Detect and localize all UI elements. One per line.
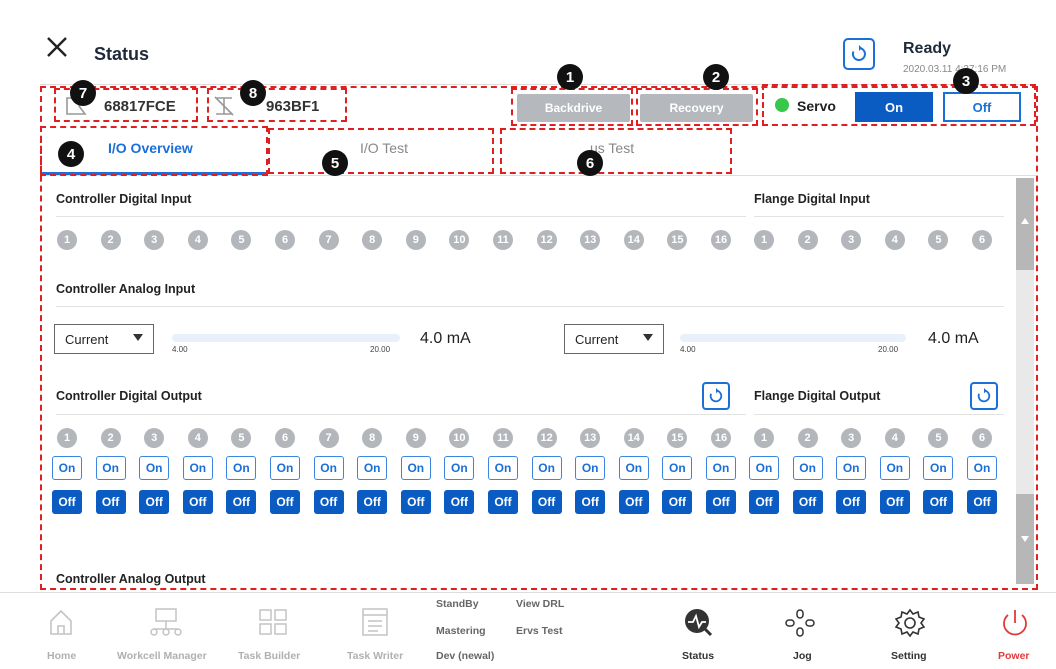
nav-status[interactable]: Status (682, 650, 714, 662)
nav-task-writer[interactable]: Task Writer (347, 650, 403, 662)
menu-item-mastering[interactable]: Mastering (436, 625, 486, 637)
close-icon[interactable] (44, 34, 70, 60)
task-writer-icon[interactable] (360, 607, 390, 637)
annotation-box (636, 88, 758, 126)
annotation-box (511, 88, 633, 126)
annotation-marker: 1 (557, 64, 583, 90)
workcell-icon[interactable] (150, 607, 182, 639)
annotation-marker: 3 (953, 68, 979, 94)
status-icon[interactable] (683, 607, 715, 639)
nav-jog[interactable]: Jog (793, 650, 812, 662)
gear-icon[interactable] (894, 607, 926, 639)
task-builder-icon[interactable] (258, 607, 288, 637)
refresh-button[interactable] (843, 38, 875, 70)
menu-item-dev-newal[interactable]: Dev (newal) (436, 650, 494, 662)
page-title: Status (94, 44, 150, 64)
home-icon[interactable] (48, 607, 74, 637)
menu-item-ervs-test[interactable]: Ervs Test (516, 625, 563, 637)
power-icon[interactable] (1000, 607, 1030, 639)
annotation-box (762, 84, 1036, 126)
annotation-marker: 4 (58, 141, 84, 167)
annotation-marker: 6 (577, 150, 603, 176)
annotation-box (207, 88, 347, 122)
page: { "header": {"title": "Status", "state":… (0, 0, 1056, 669)
annotation-marker: 8 (240, 80, 266, 106)
jog-icon[interactable] (783, 607, 817, 639)
annotation-box (268, 128, 494, 174)
annotation-box (500, 128, 732, 174)
header: Status Ready 2020.03.11 4:37:16 PM (0, 10, 1056, 80)
nav-setting[interactable]: Setting (891, 650, 927, 662)
annotation-marker: 7 (70, 80, 96, 106)
ready-status: Ready (903, 40, 952, 57)
menu-item-standby[interactable]: StandBy (436, 598, 479, 610)
nav-power[interactable]: Power (998, 650, 1030, 662)
annotation-marker: 5 (322, 150, 348, 176)
annotation-marker: 2 (703, 64, 729, 90)
nav-task-builder[interactable]: Task Builder (238, 650, 300, 662)
refresh-icon (851, 45, 866, 61)
nav-home[interactable]: Home (47, 650, 76, 662)
menu-item-view-drl[interactable]: View DRL (516, 598, 564, 610)
nav-workcell-manager[interactable]: Workcell Manager (117, 650, 207, 662)
